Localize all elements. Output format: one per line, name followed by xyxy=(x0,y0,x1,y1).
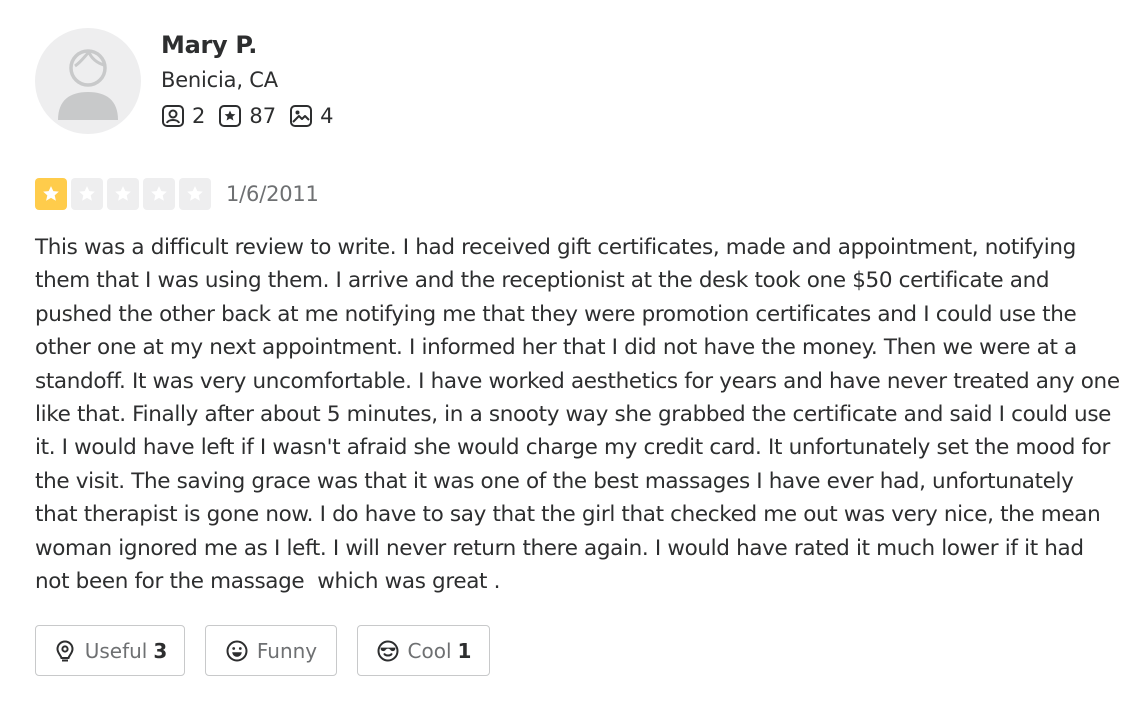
star-icon xyxy=(79,186,95,201)
user-stats: 2 87 4 xyxy=(161,102,346,130)
smile-icon xyxy=(226,640,248,661)
sunglasses-icon xyxy=(377,640,399,661)
funny-label: Funny xyxy=(256,638,318,663)
user-passport: Mary P. Benicia, CA 2 87 4 xyxy=(35,28,1120,138)
review-date: 1/6/2011 xyxy=(226,182,319,206)
default-avatar-icon xyxy=(58,49,118,120)
photo-icon xyxy=(290,105,313,127)
photos-count: 4 xyxy=(320,104,334,128)
reaction-buttons: Useful 3 Funny Cool 1 xyxy=(35,625,510,676)
cool-label: Cool xyxy=(407,638,452,663)
review-star-icon xyxy=(219,105,242,127)
rating-row: 1/6/2011 xyxy=(35,178,319,210)
reviews-count: 87 xyxy=(249,104,277,128)
funny-button[interactable]: Funny xyxy=(205,625,337,676)
star-1 xyxy=(35,178,67,210)
friends-icon xyxy=(162,105,184,127)
star-3 xyxy=(107,178,139,210)
reviews-stat: 87 xyxy=(218,102,276,130)
star-icon xyxy=(115,186,131,201)
star-icon xyxy=(43,186,59,201)
useful-count: 3 xyxy=(153,638,168,663)
star-2 xyxy=(71,178,103,210)
photos-stat: 4 xyxy=(289,102,333,130)
star-icon xyxy=(151,186,167,201)
user-info: Mary P. Benicia, CA 2 87 4 xyxy=(161,28,346,130)
lightbulb-icon xyxy=(56,639,74,661)
review-card: Mary P. Benicia, CA 2 87 4 1/6/2011 This… xyxy=(35,28,1120,676)
cool-button[interactable]: Cool 1 xyxy=(357,625,490,676)
star-icon xyxy=(187,186,203,201)
cool-count: 1 xyxy=(457,638,472,663)
useful-button[interactable]: Useful 3 xyxy=(35,625,185,676)
friends-stat: 2 xyxy=(161,102,205,130)
useful-label: Useful xyxy=(84,638,148,663)
star-5 xyxy=(179,178,211,210)
avatar[interactable] xyxy=(35,28,141,134)
star-4 xyxy=(143,178,175,210)
review-text: This was a difficult review to write. I … xyxy=(35,235,1127,595)
friends-count: 2 xyxy=(192,104,206,128)
star-rating xyxy=(35,178,215,210)
user-name[interactable]: Mary P. xyxy=(161,28,346,62)
user-location: Benicia, CA xyxy=(161,68,278,92)
